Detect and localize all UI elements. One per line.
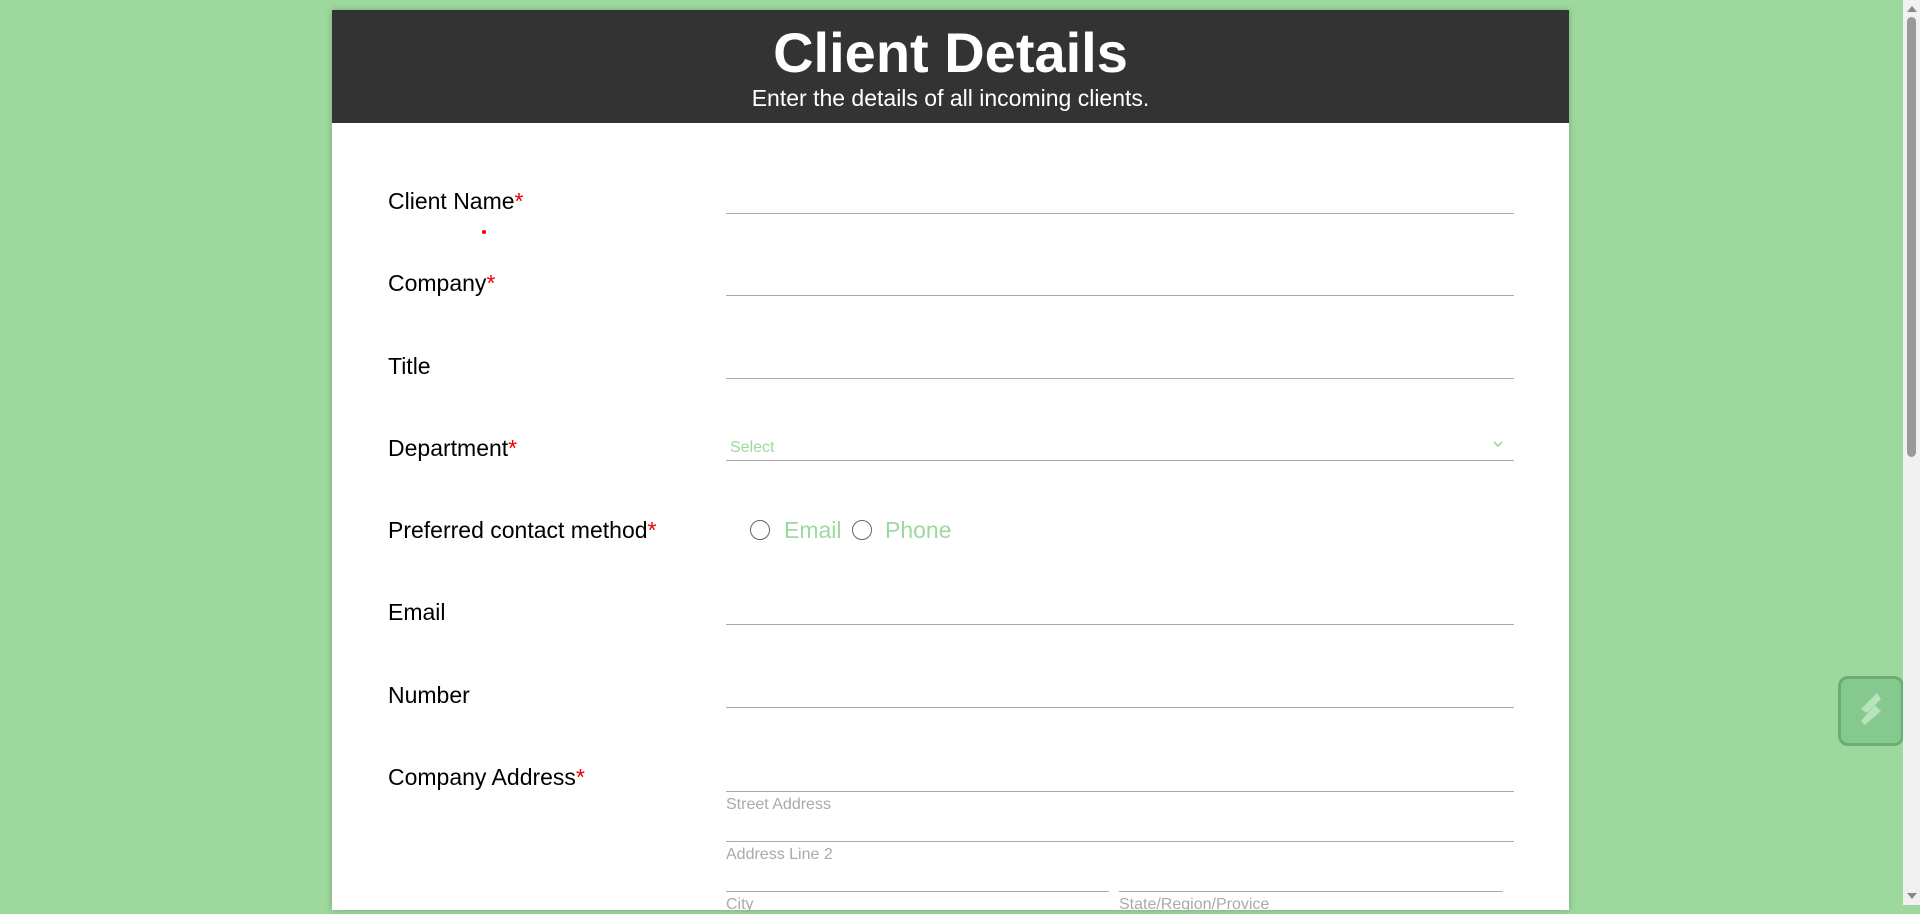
scroll-down-arrow-icon[interactable]: [1907, 893, 1917, 899]
form-header: Client Details Enter the details of all …: [332, 10, 1569, 123]
street-address-input[interactable]: [726, 791, 1514, 792]
required-mark: *: [647, 517, 657, 543]
city-input[interactable]: [726, 891, 1109, 892]
number-label: Number: [388, 682, 470, 708]
radio-phone[interactable]: [852, 520, 872, 540]
required-mark: *: [508, 435, 518, 461]
page-scrollbar[interactable]: [1903, 0, 1920, 905]
required-mark: *: [575, 764, 585, 790]
company-address-label: Company Address*: [388, 764, 585, 790]
form-card: Client Details Enter the details of all …: [332, 10, 1569, 913]
number-input[interactable]: [726, 707, 1514, 708]
client-name-label: Client Name*: [388, 188, 524, 214]
street-address-caption: Street Address: [726, 796, 831, 813]
scroll-up-arrow-icon[interactable]: [1907, 6, 1917, 12]
page-subtitle: Enter the details of all incoming client…: [751, 85, 1150, 111]
floating-widget-button[interactable]: [1838, 676, 1904, 746]
contact-method-label: Preferred contact method*: [388, 517, 657, 543]
title-label: Title: [388, 353, 431, 379]
department-label: Department*: [388, 435, 518, 461]
error-dot: [482, 230, 486, 234]
email-input[interactable]: [726, 624, 1514, 625]
company-label: Company*: [388, 270, 496, 296]
address-line2-input[interactable]: [726, 841, 1514, 842]
chevron-down-icon[interactable]: [1492, 437, 1504, 453]
email-label: Email: [388, 599, 446, 625]
state-caption: State/Region/Provice: [1119, 896, 1270, 913]
radio-email[interactable]: [750, 520, 770, 540]
address-line2-caption: Address Line 2: [726, 846, 833, 863]
radio-phone-label[interactable]: Phone: [885, 517, 952, 544]
state-input[interactable]: [1119, 891, 1503, 892]
company-input[interactable]: [726, 295, 1514, 296]
scrollbar-thumb[interactable]: [1907, 17, 1916, 457]
department-select-value[interactable]: Select: [730, 439, 774, 457]
page-title: Client Details: [773, 21, 1128, 84]
department-select[interactable]: [726, 460, 1514, 461]
radio-email-label[interactable]: Email: [784, 517, 842, 544]
slash-logo-icon: [1851, 687, 1891, 736]
title-input[interactable]: [726, 378, 1514, 379]
client-name-input[interactable]: [726, 213, 1514, 214]
city-caption: City: [726, 896, 754, 913]
required-mark: *: [514, 188, 524, 214]
required-mark: *: [486, 270, 496, 296]
